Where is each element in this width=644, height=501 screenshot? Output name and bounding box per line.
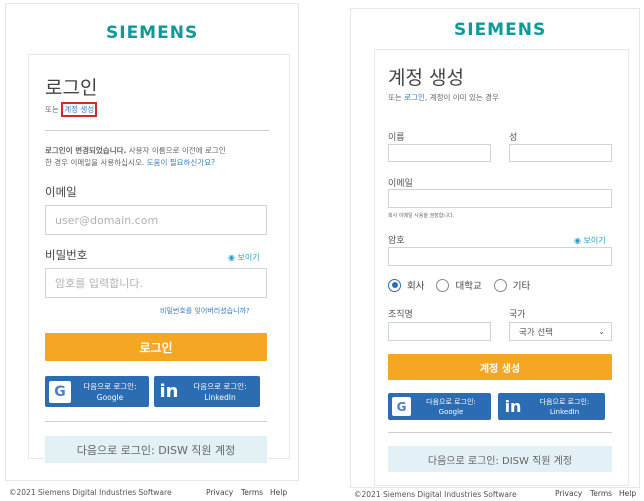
create-account-link[interactable]: 계정 생성 bbox=[61, 102, 98, 117]
email-label: 이메일 bbox=[388, 179, 413, 189]
radio-icon bbox=[436, 278, 450, 292]
login-button[interactable]: 로그인 bbox=[45, 333, 267, 361]
login-panel: SIEMENS 로그인 또는 계정 생성 로그인이 변경되었습니다. 사용자 이… bbox=[5, 3, 299, 497]
google-icon: G bbox=[49, 380, 71, 403]
last-name-field[interactable] bbox=[509, 144, 612, 162]
email-field[interactable] bbox=[388, 189, 612, 208]
country-label: 국가 bbox=[509, 310, 526, 320]
privacy-link[interactable]: Privacy bbox=[206, 488, 233, 497]
linkedin-login-button[interactable]: in 다음으로 로그인: LinkedIn bbox=[154, 376, 260, 407]
disw-login-button[interactable]: 다음으로 로그인: DISW 직원 계정 bbox=[388, 446, 612, 472]
help-footer-link[interactable]: Help bbox=[270, 488, 287, 497]
password-label: 비밀번호 bbox=[45, 248, 88, 262]
google-button-text: 다음으로 로그인: Google bbox=[426, 397, 476, 416]
linkedin-icon: in bbox=[504, 397, 522, 416]
linkedin-button-text: 다음으로 로그인: LinkedIn bbox=[539, 397, 590, 416]
notice-bold: 로그인이 변경되었습니다. bbox=[45, 146, 127, 155]
or-text: 또는 bbox=[388, 93, 402, 102]
divider bbox=[388, 432, 612, 433]
notice-line1: 사용자 이름으로 이전에 로그인 bbox=[126, 146, 226, 155]
first-name-label: 이름 bbox=[388, 133, 405, 143]
country-select-value: 국가 선택 bbox=[519, 327, 553, 338]
divider bbox=[45, 130, 269, 131]
organization-type-radio-group: 회사 대학교 기타 bbox=[388, 278, 542, 292]
organization-field[interactable] bbox=[388, 322, 491, 341]
first-name-field[interactable] bbox=[388, 144, 491, 162]
show-label: 보이기 bbox=[583, 236, 606, 245]
email-field[interactable]: user@domain.com bbox=[45, 205, 267, 235]
divider bbox=[45, 421, 267, 422]
already-have-account-text: , 계정이 이미 있는 경우 bbox=[424, 93, 499, 102]
privacy-link[interactable]: Privacy bbox=[555, 489, 582, 498]
google-login-button[interactable]: G 다음으로 로그인: Google bbox=[388, 393, 491, 420]
email-label: 이메일 bbox=[45, 185, 77, 199]
linkedin-icon: in bbox=[159, 381, 179, 402]
disw-login-button[interactable]: 다음으로 로그인: DISW 직원 계정 bbox=[45, 436, 267, 463]
radio-company[interactable]: 회사 bbox=[388, 278, 424, 292]
or-create-row: 또는 계정 생성 bbox=[45, 102, 98, 117]
show-label: 보이기 bbox=[237, 253, 260, 262]
login-link[interactable]: 로그인 bbox=[404, 93, 425, 102]
help-link[interactable]: 도움이 필요하신가요? bbox=[147, 158, 215, 167]
google-icon: G bbox=[392, 397, 411, 416]
chevron-down-icon: ⌄ bbox=[598, 327, 605, 336]
password-label: 암호 bbox=[388, 236, 405, 246]
copyright: ©2021 Siemens Digital Industries Softwar… bbox=[9, 488, 172, 497]
forgot-password-link[interactable]: 비밀번호를 잊어버리셨습니까? bbox=[160, 306, 250, 316]
terms-link[interactable]: Terms bbox=[241, 488, 263, 497]
show-password-toggle[interactable]: ◉ 보이기 bbox=[574, 235, 606, 246]
eye-icon: ◉ bbox=[228, 253, 235, 262]
email-placeholder: user@domain.com bbox=[55, 213, 159, 227]
login-changed-notice: 로그인이 변경되었습니다. 사용자 이름으로 이전에 로그인 한 경우 이메일을… bbox=[45, 145, 277, 169]
password-field[interactable]: 암호를 입력합니다. bbox=[45, 268, 267, 298]
page-title: 계정 생성 bbox=[388, 67, 464, 89]
google-login-button[interactable]: G 다음으로 로그인: Google bbox=[45, 376, 149, 407]
create-account-button[interactable]: 계정 생성 bbox=[388, 354, 612, 380]
page-title: 로그인 bbox=[45, 77, 98, 99]
or-login-row: 또는 로그인, 계정이 이미 있는 경우 bbox=[388, 92, 499, 103]
signup-panel: SIEMENS 계정 생성 또는 로그인, 계정이 이미 있는 경우 이름 성 … bbox=[350, 8, 640, 499]
radio-university[interactable]: 대학교 bbox=[436, 278, 482, 292]
country-select[interactable]: 국가 선택 ⌄ bbox=[509, 322, 612, 341]
help-footer-link[interactable]: Help bbox=[619, 489, 636, 498]
last-name-label: 성 bbox=[509, 133, 518, 143]
organization-label: 조직명 bbox=[388, 310, 413, 320]
show-password-toggle[interactable]: ◉ 보이기 bbox=[228, 252, 260, 263]
signup-card: 계정 생성 또는 로그인, 계정이 이미 있는 경우 이름 성 이메일 회사 이… bbox=[374, 49, 629, 486]
radio-other[interactable]: 기타 bbox=[493, 278, 530, 292]
radio-selected-icon bbox=[388, 278, 401, 292]
email-hint: 회사 이메일 사용을 권장합니다. bbox=[388, 213, 455, 219]
siemens-logo: SIEMENS bbox=[454, 20, 547, 40]
terms-link[interactable]: Terms bbox=[590, 489, 612, 498]
linkedin-login-button[interactable]: in 다음으로 로그인: LinkedIn bbox=[498, 393, 605, 420]
google-button-text: 다음으로 로그인: Google bbox=[83, 381, 137, 402]
copyright: ©2021 Siemens Digital Industries Softwar… bbox=[354, 490, 517, 499]
radio-icon bbox=[493, 278, 507, 292]
or-text: 또는 bbox=[45, 105, 59, 114]
password-placeholder: 암호를 입력합니다. bbox=[55, 277, 143, 290]
notice-line2: 한 경우 이메일을 사용하십시오. bbox=[45, 158, 145, 167]
password-field[interactable] bbox=[388, 247, 612, 266]
eye-icon: ◉ bbox=[574, 236, 581, 245]
siemens-logo: SIEMENS bbox=[106, 23, 199, 43]
login-card: 로그인 또는 계정 생성 로그인이 변경되었습니다. 사용자 이름으로 이전에 … bbox=[28, 54, 290, 463]
linkedin-button-text: 다음으로 로그인: LinkedIn bbox=[193, 381, 247, 402]
